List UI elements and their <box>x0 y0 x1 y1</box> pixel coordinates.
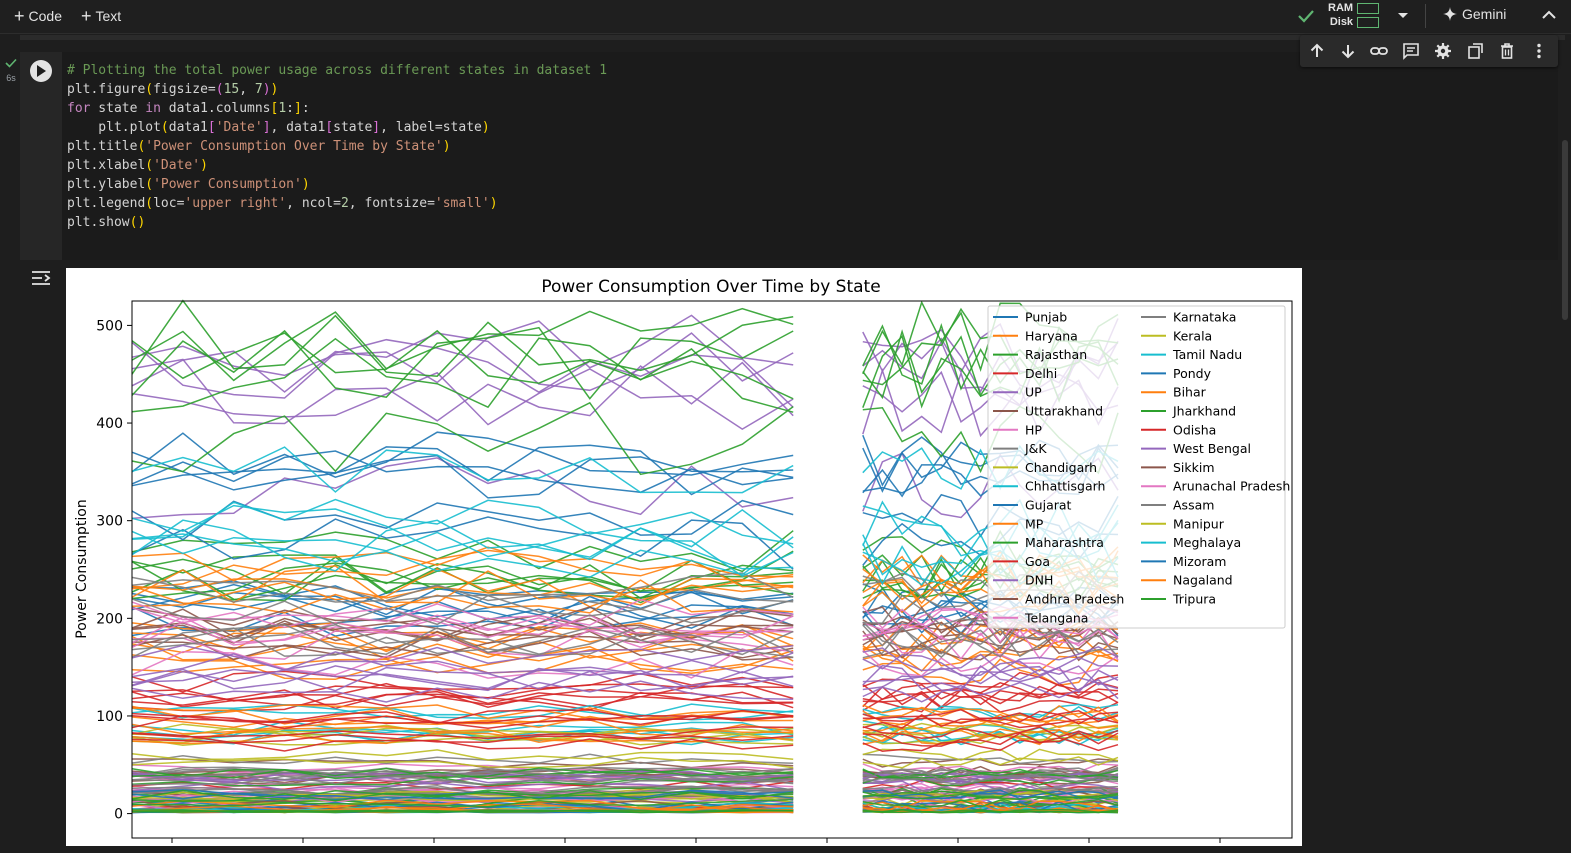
execution-time: 6s <box>6 73 16 83</box>
legend-label: Odisha <box>1173 422 1216 437</box>
legend-label: Mizoram <box>1173 554 1226 569</box>
line-chart: 0 100 200 300 400 500 Power Consumption Over … <box>74 277 1293 843</box>
toolbar-separator <box>1425 4 1426 28</box>
ram-bar <box>1357 2 1380 14</box>
legend-label: Punjab <box>1025 310 1067 325</box>
legend-label: UP <box>1025 385 1042 400</box>
trash-icon[interactable] <box>1498 42 1516 60</box>
y-tick-label: 400 <box>96 416 123 432</box>
legend-label: Gujarat <box>1025 498 1072 513</box>
code-line-2: plt.figure(figsize=(15, 7)) <box>67 82 279 97</box>
legend-label: Haryana <box>1025 328 1078 343</box>
legend-label: Meghalaya <box>1173 535 1241 550</box>
code-line-9: plt.show() <box>67 215 146 230</box>
series-lines <box>131 299 1119 814</box>
series-line <box>131 307 794 382</box>
y-tick-label: 100 <box>96 709 123 725</box>
output-figure: 0 100 200 300 400 500 Power Consumption Over … <box>66 268 1302 848</box>
legend-label: Telangana <box>1024 610 1088 625</box>
code-line-4: plt.plot(data1['Date'], data1[state], la… <box>67 120 490 135</box>
ram-label: RAM <box>1328 2 1354 14</box>
legend-label: Assam <box>1173 498 1214 513</box>
connected-check-icon <box>1298 10 1314 23</box>
y-axis: 0 100 200 300 400 500 <box>96 318 132 823</box>
y-tick-label: 200 <box>96 611 123 627</box>
code-line-6: plt.xlabel('Date') <box>67 158 208 173</box>
legend-label: Uttarakhand <box>1025 404 1103 419</box>
y-tick-label: 0 <box>114 807 123 823</box>
link-icon[interactable] <box>1370 42 1388 60</box>
cell-gutter <box>20 52 62 260</box>
gear-icon[interactable] <box>1434 42 1452 60</box>
comment-icon[interactable] <box>1402 42 1420 60</box>
more-vert-icon[interactable] <box>1530 42 1548 60</box>
legend-label: Bihar <box>1173 385 1207 400</box>
chevron-up-icon[interactable] <box>1541 8 1557 22</box>
legend-label: Chhattisgarh <box>1025 479 1105 494</box>
plus-icon: + <box>14 6 25 26</box>
legend-label: Andhra Pradesh <box>1025 592 1124 607</box>
series-line <box>131 299 794 377</box>
arrow-down-icon[interactable] <box>1339 42 1357 60</box>
legend-label: Rajasthan <box>1025 347 1087 362</box>
code-text: # Plotting the total power usage across … <box>67 61 607 232</box>
code-line-8: plt.legend(loc='upper right', ncol=2, fo… <box>67 196 498 211</box>
legend-label: Chandigarh <box>1025 460 1097 475</box>
resource-monitor[interactable]: RAM Disk <box>1328 1 1380 29</box>
code-line-3: for state in data1.columns[1:]: <box>67 101 310 116</box>
run-success-icon <box>5 58 17 68</box>
code-line-7: plt.ylabel('Power Consumption') <box>67 177 310 192</box>
page-bottom <box>0 846 1571 853</box>
run-cell-button[interactable] <box>30 60 52 82</box>
legend-label: DNH <box>1025 573 1053 588</box>
legend-label: Goa <box>1025 554 1050 569</box>
legend-label: Manipur <box>1173 516 1225 531</box>
open-in-tab-icon[interactable] <box>1466 42 1484 60</box>
legend-label: HP <box>1025 422 1042 437</box>
chart-legend: Punjab Haryana Rajasthan Delhi UP Uttarakhand… <box>987 305 1290 629</box>
legend-label: Tamil Nadu <box>1172 347 1242 362</box>
legend-label: Jharkhand <box>1172 404 1236 419</box>
play-icon <box>37 65 46 77</box>
chart-title: Power Consumption Over Time by State <box>541 277 880 297</box>
add-code-label: Code <box>28 8 62 24</box>
code-line-5: plt.title('Power Consumption Over Time b… <box>67 139 451 154</box>
legend-label: Tripura <box>1172 592 1216 607</box>
code-line-1: # Plotting the total power usage across … <box>67 63 608 78</box>
y-tick-label: 300 <box>96 514 123 530</box>
arrow-up-icon[interactable] <box>1308 42 1326 60</box>
legend-label: West Bengal <box>1173 441 1251 456</box>
legend-label: Sikkim <box>1173 460 1215 475</box>
disk-bar <box>1357 16 1380 28</box>
x-axis <box>171 838 1221 843</box>
y-axis-label: Power Consumption <box>74 499 90 639</box>
plus-icon: + <box>81 6 92 26</box>
legend-label: Arunachal Pradesh <box>1173 479 1290 494</box>
chevron-down-icon[interactable] <box>1396 8 1410 22</box>
notebook-toolbar: + Code + Text RAM Disk Gemini <box>0 0 1571 34</box>
legend-label: Kerala <box>1173 328 1212 343</box>
code-editor[interactable]: # Plotting the total power usage across … <box>62 52 1558 260</box>
output-toggle-icon[interactable] <box>30 268 52 288</box>
legend-label: J&K <box>1024 441 1047 456</box>
add-code-button[interactable]: + Code <box>14 6 62 26</box>
legend-label: MP <box>1025 516 1044 531</box>
gemini-button[interactable]: Gemini <box>1442 6 1506 22</box>
legend-label: Delhi <box>1025 366 1057 381</box>
y-tick-label: 500 <box>96 318 123 334</box>
sparkle-icon <box>1443 7 1457 21</box>
scrollbar-thumb[interactable] <box>1562 140 1568 320</box>
add-text-label: Text <box>95 8 122 24</box>
gemini-label: Gemini <box>1462 6 1507 22</box>
cell-toolbar <box>1300 35 1558 67</box>
legend-label: Nagaland <box>1173 573 1233 588</box>
series-line <box>131 648 794 679</box>
legend-label: Pondy <box>1173 366 1212 381</box>
legend-label: Karnataka <box>1173 310 1236 325</box>
add-text-button[interactable]: + Text <box>81 6 121 26</box>
legend-label: Maharashtra <box>1025 535 1104 550</box>
disk-label: Disk <box>1329 16 1354 28</box>
